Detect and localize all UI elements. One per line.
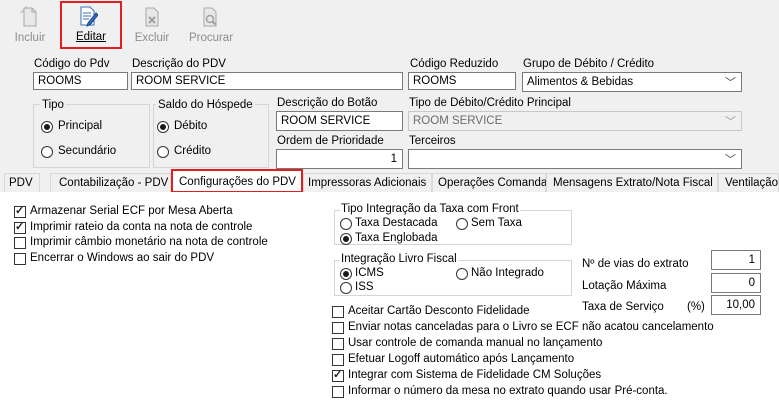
lotacao-label: Lotação Máxima	[582, 280, 667, 292]
iss-radio[interactable]	[340, 282, 352, 294]
sem-taxa-radio[interactable]	[456, 218, 468, 230]
tipo-debcred-label: Tipo de Débito/Crédito Principal	[409, 97, 571, 109]
search-document-icon	[203, 7, 217, 27]
config-panel: Armazenar Serial ECF por Mesa Aberta Imp…	[0, 192, 779, 407]
new-document-icon	[20, 6, 37, 27]
codigo-pdv-input[interactable]: ROOMS	[33, 72, 128, 90]
efetuar-logoff-checkbox[interactable]	[332, 354, 344, 366]
tipo-secundario-label: Secundário	[58, 145, 117, 157]
descricao-botao-input[interactable]: ROOM SERVICE	[276, 111, 403, 131]
tab-contabilizacao[interactable]: Contabilização - PDV	[50, 173, 171, 192]
usar-controle-label: Usar controle de comanda manual no lança…	[348, 337, 603, 349]
tab-ventilacao[interactable]: Ventilação	[718, 173, 779, 192]
tipo-secundario-radio[interactable]	[41, 146, 53, 158]
iss-label: ISS	[355, 281, 374, 293]
codigo-pdv-label: Código do Pdv	[34, 58, 110, 70]
taxa-destacada-radio[interactable]	[340, 218, 352, 230]
armazenar-serial-label: Armazenar Serial ECF por Mesa Aberta	[30, 205, 233, 217]
informar-mesa-label: Informar o número da mesa no extrato qua…	[348, 385, 668, 397]
saldo-debito-label: Débito	[174, 120, 208, 132]
ordem-label: Ordem de Prioridade	[277, 135, 384, 147]
edit-document-icon	[80, 6, 98, 27]
grupo-value: Alimentos & Bebidas	[527, 76, 634, 88]
icms-radio[interactable]	[340, 268, 352, 280]
sem-taxa-label: Sem Taxa	[471, 217, 522, 229]
lotacao-input[interactable]: 0	[711, 273, 761, 293]
taxa-servico-label: Taxa de Serviço	[582, 301, 664, 313]
taxa-servico-unit: (%)	[687, 301, 705, 313]
saldo-credito-label: Crédito	[174, 145, 212, 157]
encerrar-windows-label: Encerrar o Windows ao sair do PDV	[30, 252, 215, 264]
n-vias-label: Nº de vias do extrato	[582, 258, 689, 270]
tipo-group	[33, 104, 150, 168]
grupo-select[interactable]: Alimentos & Bebidas ﹀	[522, 72, 742, 92]
delete-document-icon	[145, 7, 159, 27]
excluir-button[interactable]: Excluir	[124, 2, 180, 46]
enviar-notas-label: Enviar notas canceladas para o Livro se …	[348, 321, 714, 333]
tipo-principal-radio[interactable]	[41, 121, 53, 133]
tab-impressoras[interactable]: Impressoras Adicionais	[303, 173, 432, 192]
imprimir-rateio-label: Imprimir rateio da conta na nota de cont…	[30, 221, 253, 233]
integrar-fidelidade-label: Integrar com Sistema de Fidelidade CM So…	[348, 369, 602, 381]
nao-integrado-label: Não Integrado	[471, 267, 544, 279]
saldo-debito-radio[interactable]	[157, 121, 169, 133]
taxa-englobada-label: Taxa Englobada	[355, 232, 438, 244]
integracao-taxa-title: Tipo Integração da Taxa com Front	[340, 203, 520, 215]
excluir-label: Excluir	[134, 32, 170, 44]
editar-label: Editar	[75, 31, 107, 43]
chevron-down-icon: ﹀	[725, 77, 736, 89]
aceitar-cartao-label: Aceitar Cartão Desconto Fidelidade	[348, 305, 530, 317]
descricao-pdv-input[interactable]: ROOM SERVICE	[131, 72, 403, 90]
procurar-button[interactable]: Procurar	[182, 2, 240, 46]
n-vias-input[interactable]: 1	[711, 250, 761, 270]
tab-operacoes-comanda[interactable]: Operações Comanda	[432, 173, 547, 192]
grupo-label: Grupo de Débito / Crédito	[523, 58, 655, 70]
icms-label: ICMS	[355, 267, 384, 279]
saldo-group	[153, 104, 269, 168]
informar-mesa-checkbox[interactable]	[332, 386, 344, 398]
tab-mensagens[interactable]: Mensagens Extrato/Nota Fiscal	[546, 173, 718, 192]
terceiros-label: Terceiros	[409, 135, 456, 147]
toolbar: Incluir Editar Excluir Procurar	[0, 0, 779, 50]
tipo-principal-label: Principal	[58, 120, 103, 132]
imprimir-cambio-label: Imprimir câmbio monetário na nota de con…	[30, 236, 268, 248]
chevron-down-icon: ﹀	[725, 154, 736, 166]
tipo-debcred-value: ROOM SERVICE	[413, 115, 503, 127]
pdv-header-form: Código do Pdv ROOMS Descrição do PDV ROO…	[0, 52, 779, 170]
aceitar-cartao-checkbox[interactable]	[332, 306, 344, 318]
integrar-fidelidade-checkbox[interactable]	[332, 368, 344, 382]
tab-pdv[interactable]: PDV	[4, 173, 40, 192]
chevron-down-icon: ﹀	[725, 116, 736, 128]
terceiros-select[interactable]: ﹀	[408, 149, 742, 169]
saldo-label: Saldo do Hóspede	[156, 99, 255, 111]
procurar-label: Procurar	[188, 32, 234, 44]
codigo-reduzido-input[interactable]: ROOMS	[408, 72, 516, 90]
saldo-credito-radio[interactable]	[157, 146, 169, 158]
tipo-label: Tipo	[40, 99, 66, 111]
efetuar-logoff-label: Efetuar Logoff automático após Lançament…	[348, 353, 575, 365]
taxa-englobada-radio[interactable]	[340, 233, 352, 245]
incluir-label: Incluir	[14, 32, 46, 44]
armazenar-serial-checkbox[interactable]	[14, 204, 26, 218]
imprimir-cambio-checkbox[interactable]	[14, 237, 26, 249]
editar-button[interactable]: Editar	[60, 1, 122, 49]
tab-configuracoes[interactable]: Configurações do PDV	[171, 169, 303, 193]
imprimir-rateio-checkbox[interactable]	[14, 220, 26, 234]
enviar-notas-checkbox[interactable]	[332, 322, 344, 334]
tipo-debcred-select: ROOM SERVICE ﹀	[408, 111, 742, 131]
encerrar-windows-checkbox[interactable]	[14, 253, 26, 265]
codigo-reduzido-label: Código Reduzido	[410, 58, 499, 70]
taxa-destacada-label: Taxa Destacada	[355, 217, 438, 229]
taxa-servico-input[interactable]: 10,00	[711, 295, 761, 315]
nao-integrado-radio[interactable]	[456, 268, 468, 280]
ordem-input[interactable]: 1	[276, 149, 403, 169]
descricao-botao-label: Descrição do Botão	[277, 97, 378, 109]
integracao-livro-title: Integração Livro Fiscal	[340, 253, 458, 265]
incluir-button[interactable]: Incluir	[2, 2, 58, 46]
usar-controle-checkbox[interactable]	[332, 338, 344, 350]
descricao-pdv-label: Descrição do PDV	[132, 58, 226, 70]
